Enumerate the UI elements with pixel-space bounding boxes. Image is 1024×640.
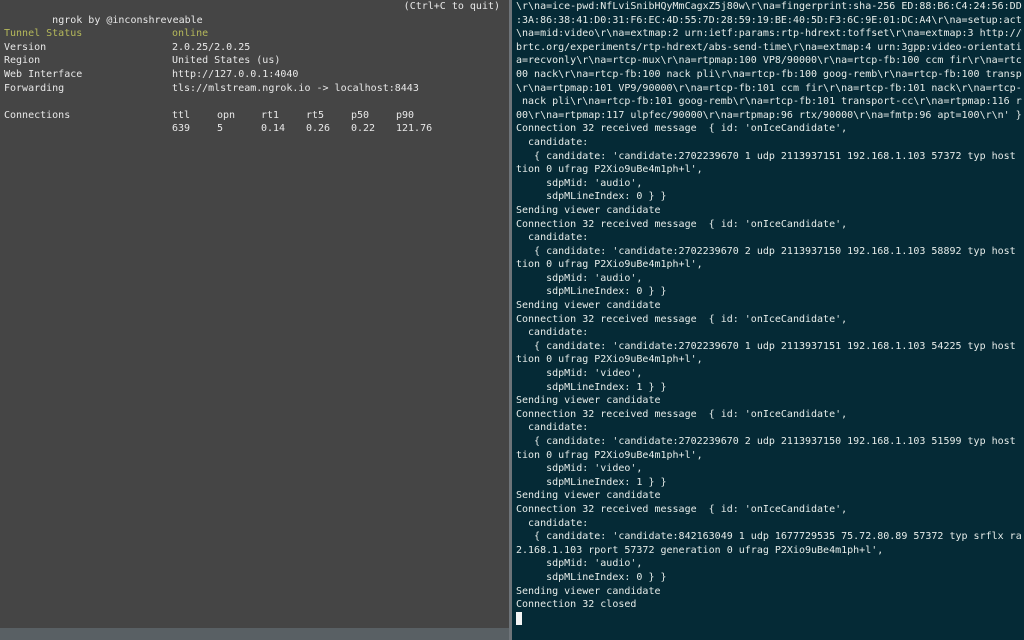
log-line: sdpMLineIndex: 0 } }: [516, 286, 667, 298]
web-interface-row: Web Interface http://127.0.0.1:4040: [4, 68, 504, 82]
connections-header-row: Connections ttl opn rt1 rt5 p50 p90: [4, 109, 504, 123]
log-line: sdpMLineIndex: 0 } }: [516, 191, 667, 203]
connections-header-opn: opn: [217, 109, 236, 121]
log-line: \na=mid:video\r\na=extmap:2 urn:ietf:par…: [516, 28, 1022, 40]
web-interface-link[interactable]: http://127.0.0.1:4040: [172, 68, 298, 82]
log-line: { candidate: 'candidate:2702239670 1 udp…: [516, 340, 1022, 352]
log-line: 2.168.1.103 rport 57372 generation 0 ufr…: [516, 544, 884, 556]
log-line: Connection 32 received message { id: 'on…: [516, 503, 848, 515]
log-line: Connection 32 received message { id: 'on…: [516, 408, 848, 420]
forwarding-label: Forwarding: [4, 82, 65, 94]
log-line: sdpMid: 'video',: [516, 368, 643, 380]
log-line: candidate:: [516, 232, 589, 244]
log-line: brtc.org/experiments/rtp-hdrext/abs-send…: [516, 41, 1022, 53]
server-log-output: \r\na=ice-pwd:NfLviSnibHQyMmCagxZ5j80w\r…: [516, 0, 1022, 625]
connections-value-ttl: 639: [172, 123, 191, 135]
web-interface-label: Web Interface: [4, 68, 83, 80]
connections-header-rt5: rt5: [306, 109, 325, 121]
tunnel-status-value: online: [172, 28, 209, 40]
ngrok-output: ngrok by @inconshreveable (Ctrl+C to qui…: [4, 0, 504, 628]
log-line: candidate:: [516, 327, 589, 339]
forwarding-row: Forwarding tls://mlstream.ngrok.io -> lo…: [4, 82, 504, 96]
log-line: Sending viewer candidate: [516, 490, 661, 502]
ngrok-terminal-pane[interactable]: ngrok by @inconshreveable (Ctrl+C to qui…: [0, 0, 509, 640]
connections-value-p50: 0.22: [351, 123, 376, 135]
log-line: sdpMid: 'video',: [516, 463, 643, 475]
log-line: { candidate: 'candidate:2702239670 2 udp…: [516, 436, 1022, 447]
log-line: Connection 32 closed: [516, 599, 637, 611]
version-row: Version 2.0.25/2.0.25: [4, 41, 504, 55]
log-line: 00 nack\r\na=rtcp-fb:100 nack pli\r\na=r…: [516, 68, 1022, 80]
log-line: 00\r\na=rtpmap:117 ulpfec/90000\r\na=rtp…: [516, 109, 1022, 121]
desktop-screen: ngrok by @inconshreveable (Ctrl+C to qui…: [0, 0, 1024, 640]
log-line: Sending viewer candidate: [516, 300, 661, 312]
log-line: candidate:: [516, 136, 589, 148]
pane-status-strip: [0, 628, 509, 640]
log-line: candidate:: [516, 422, 589, 434]
log-line: a=recvonly\r\na=rtcp-mux\r\na=rtpmap:100…: [516, 55, 1022, 67]
forwarding-value: tls://mlstream.ngrok.io -> localhost:844…: [172, 82, 419, 94]
connections-value-rt5: 0.26: [306, 123, 331, 135]
region-value: United States (us): [172, 55, 281, 67]
log-line: tion 0 ufrag P2Xio9uBe4m1ph+l',: [516, 449, 703, 461]
log-line: tion 0 ufrag P2Xio9uBe4m1ph+l',: [516, 259, 703, 271]
connections-header-p90: p90: [396, 109, 415, 121]
log-line: Connection 32 received message { id: 'on…: [516, 313, 848, 325]
log-line: sdpMid: 'audio',: [516, 558, 643, 570]
server-log-terminal-pane[interactable]: \r\na=ice-pwd:NfLviSnibHQyMmCagxZ5j80w\r…: [512, 0, 1024, 640]
connections-header-ttl: ttl: [172, 109, 191, 121]
quit-hint: (Ctrl+C to quit): [403, 1, 500, 12]
log-line: candidate:: [516, 517, 589, 529]
tunnel-status-row: Tunnel Status online: [4, 27, 504, 41]
connections-value-opn: 5: [217, 123, 224, 135]
log-line: Sending viewer candidate: [516, 204, 661, 216]
log-line: tion 0 ufrag P2Xio9uBe4m1ph+l',: [516, 164, 703, 176]
log-line: Sending viewer candidate: [516, 395, 661, 407]
ngrok-title-row: ngrok by @inconshreveable (Ctrl+C to qui…: [4, 0, 504, 26]
log-line: sdpMLineIndex: 1 } }: [516, 381, 667, 393]
log-line: Connection 32 received message { id: 'on…: [516, 218, 848, 230]
log-line: { candidate: 'candidate:842163049 1 udp …: [516, 531, 1022, 543]
terminal-cursor: [516, 611, 522, 625]
connections-value-p90: 121.76: [396, 123, 433, 135]
connections-value-rt1: 0.14: [261, 123, 286, 135]
log-line: sdpMid: 'audio',: [516, 272, 643, 284]
log-line: sdpMLineIndex: 0 } }: [516, 571, 667, 583]
version-label: Version: [4, 41, 47, 53]
log-line: { candidate: 'candidate:2702239670 1 udp…: [516, 150, 1022, 162]
log-line: \r\na=rtpmap:101 VP9/90000\r\na=rtcp-fb:…: [516, 82, 1022, 94]
version-value: 2.0.25/2.0.25: [172, 41, 251, 53]
log-line: { candidate: 'candidate:2702239670 2 udp…: [516, 245, 1022, 257]
connections-header-rt1: rt1: [261, 109, 280, 121]
connections-header-p50: p50: [351, 109, 370, 121]
log-line: \r\na=ice-pwd:NfLviSnibHQyMmCagxZ5j80w\r…: [516, 1, 1022, 12]
log-line: Sending viewer candidate: [516, 585, 661, 597]
connections-values-row: 639 5 0.14 0.26 0.22 121.76: [4, 122, 504, 136]
log-line: sdpMid: 'audio',: [516, 177, 643, 189]
log-line: :3A:86:38:41:D0:31:F6:EC:4D:55:7D:28:59:…: [516, 14, 1022, 26]
log-line: nack pli\r\na=rtcp-fb:101 goog-remb\r\na…: [516, 96, 1022, 108]
log-line: Connection 32 received message { id: 'on…: [516, 123, 848, 135]
ngrok-title: ngrok by @inconshreveable: [52, 14, 203, 26]
log-line: tion 0 ufrag P2Xio9uBe4m1ph+l',: [516, 354, 703, 366]
prompt-line[interactable]: [516, 611, 1022, 626]
connections-label: Connections: [4, 109, 71, 121]
log-line: sdpMLineIndex: 1 } }: [516, 476, 667, 488]
region-label: Region: [4, 55, 41, 67]
tunnel-status-label: Tunnel Status: [4, 28, 83, 40]
region-row: Region United States (us): [4, 54, 504, 68]
